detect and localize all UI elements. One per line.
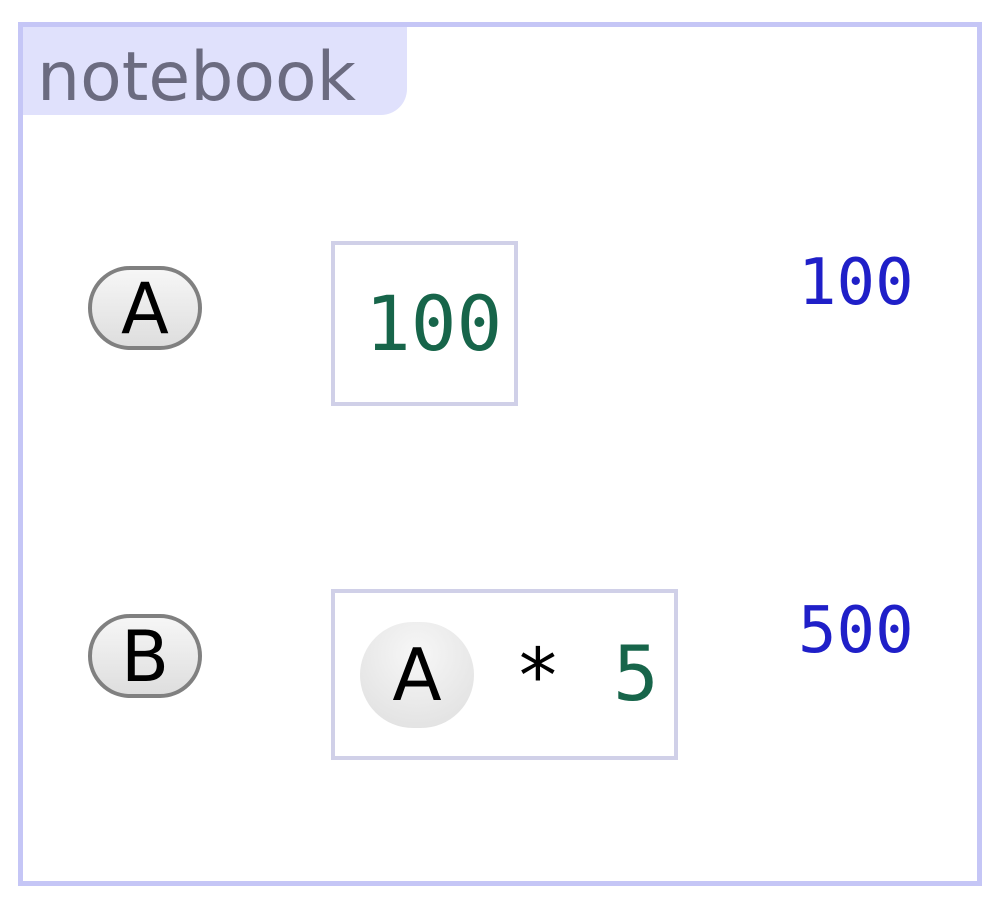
notebook-panel: notebook A 100 100 B A * 5 500 [18,22,982,886]
variable-pill-b[interactable]: B [88,614,202,698]
result-value-b: 500 [798,594,914,668]
expression-cell-a[interactable]: 100 [331,241,518,406]
result-value-a: 100 [798,246,914,320]
expression-cell-b[interactable]: A * 5 [331,589,678,760]
multiply-operator: * [515,631,561,720]
variable-reference-a[interactable]: A [360,622,474,728]
number-literal: 5 [613,629,659,718]
variable-pill-a[interactable]: A [88,266,202,350]
notebook-title-tab[interactable]: notebook [23,27,407,117]
number-literal: 100 [365,279,503,368]
